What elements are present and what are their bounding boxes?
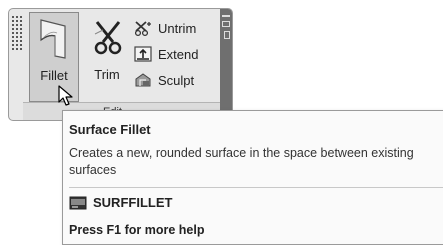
panel-side-strip	[220, 9, 232, 120]
tooltip: Surface Fillet Creates a new, rounded su…	[62, 110, 443, 245]
tool-list: Untrim Extend Sculpt	[134, 15, 198, 93]
panel-grip-handle[interactable]	[11, 15, 23, 51]
pin-icon[interactable]	[224, 31, 230, 39]
mouse-pointer-icon	[58, 85, 73, 106]
extend-icon	[134, 46, 152, 62]
tooltip-help-text: Press F1 for more help	[69, 223, 205, 237]
untrim-label: Untrim	[158, 20, 197, 36]
trim-button[interactable]: Trim	[85, 12, 129, 102]
restore-icon[interactable]	[222, 21, 230, 27]
ribbon-panel: Fillet Trim Untrim Extend Sculpt	[8, 8, 233, 121]
extend-label: Extend	[158, 46, 199, 62]
tooltip-command-name: SURFFILLET	[93, 195, 173, 210]
trim-label: Trim	[94, 67, 120, 82]
sculpt-icon	[135, 73, 151, 87]
tooltip-description: Creates a new, rounded surface in the sp…	[69, 146, 414, 177]
sculpt-button[interactable]: Sculpt	[134, 67, 198, 93]
untrim-icon	[134, 21, 151, 37]
tooltip-divider	[69, 187, 443, 188]
command-line-icon	[69, 196, 87, 209]
minimize-icon[interactable]	[222, 15, 230, 17]
surface-fillet-icon	[40, 19, 66, 59]
untrim-button[interactable]: Untrim	[134, 15, 198, 41]
sculpt-label: Sculpt	[158, 72, 195, 88]
extend-button[interactable]: Extend	[134, 41, 198, 67]
fillet-label: Fillet	[40, 68, 68, 83]
tooltip-title: Surface Fillet	[69, 122, 151, 137]
scissors-icon	[94, 21, 122, 55]
tooltip-command: SURFFILLET	[69, 195, 172, 210]
